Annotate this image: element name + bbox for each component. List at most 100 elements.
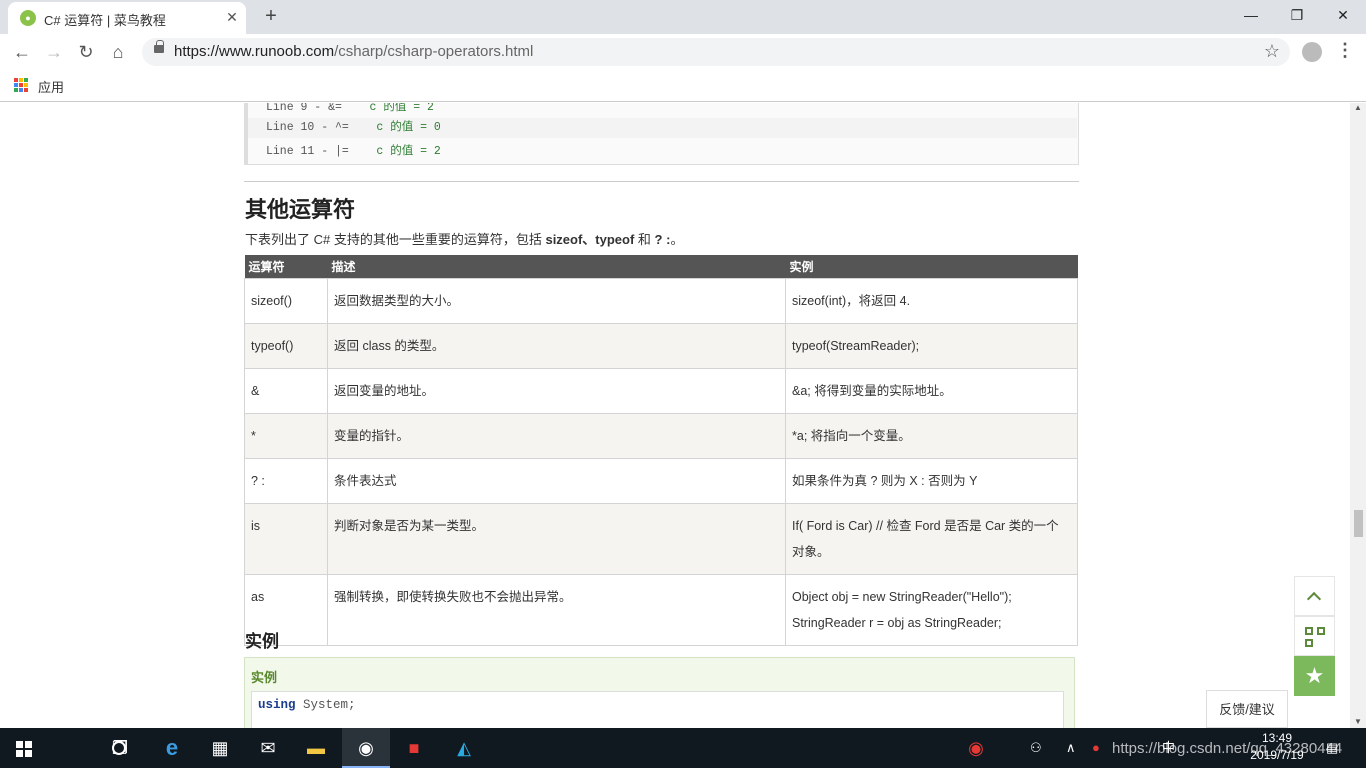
mail-icon[interactable]: ✉ bbox=[244, 728, 292, 768]
notifications-icon[interactable]: ▤ bbox=[1326, 728, 1338, 768]
table-cell: 返回变量的地址。 bbox=[327, 367, 786, 414]
back-to-top-button[interactable] bbox=[1294, 576, 1335, 616]
section-intro: 下表列出了 C# 支持的其他一些重要的运算符，包括 sizeof、typeof … bbox=[245, 229, 683, 248]
browser-toolbar: ← → ↻ ⌂ https://www.runoob.com/csharp/cs… bbox=[0, 34, 1366, 70]
table-row: as 强制转换，即使转换失败也不会抛出异常。 Object obj = new … bbox=[244, 573, 1078, 646]
intro-text: 下表列出了 C# 支持的其他一些重要的运算符，包括 bbox=[245, 232, 546, 247]
url-path: /csharp/csharp-operators.html bbox=[334, 43, 534, 60]
table-row: * 变量的指针。 *a; 将指向一个变量。 bbox=[244, 412, 1078, 459]
store-icon[interactable]: ▦ bbox=[196, 728, 244, 768]
youdao-icon[interactable]: ■ bbox=[390, 728, 438, 768]
section-divider bbox=[244, 181, 1079, 182]
table-cell: & bbox=[244, 367, 328, 414]
code-line: using System; bbox=[258, 698, 356, 712]
scroll-up-icon[interactable]: ▲ bbox=[1354, 103, 1362, 112]
apps-bookmark-label[interactable]: 应用 bbox=[38, 77, 64, 96]
code-line-prefix: Line 9 - &= bbox=[266, 103, 370, 114]
tray-chevron-icon[interactable]: ∧ bbox=[1066, 728, 1076, 768]
code-line: Line 10 - ^= c 的值 = 0 bbox=[248, 118, 1077, 138]
table-row: ? : 条件表达式 如果条件为真 ? 则为 X : 否则为 Y bbox=[244, 457, 1078, 504]
profile-avatar[interactable] bbox=[1302, 42, 1322, 62]
section-heading: 其他运算符 bbox=[245, 197, 356, 222]
qr-code-icon bbox=[1305, 627, 1325, 647]
table-cell: 变量的指针。 bbox=[327, 412, 786, 459]
taskbar-clock[interactable]: 13:49 2019/7/19 bbox=[1247, 730, 1307, 764]
table-cell: 如果条件为真 ? 则为 X : 否则为 Y bbox=[785, 457, 1078, 504]
task-view-icon[interactable]: ❐ bbox=[96, 728, 144, 768]
code-line-prefix: Line 11 - |= bbox=[266, 145, 377, 158]
table-cell: typeof(StreamReader); bbox=[785, 322, 1078, 369]
table-cell: Object obj = new StringReader("Hello"); … bbox=[785, 573, 1078, 646]
minimize-button[interactable]: — bbox=[1228, 0, 1274, 30]
intro-bold-2: ? : bbox=[654, 232, 671, 247]
example-box-title: 实例 bbox=[251, 670, 278, 685]
menu-dots-icon[interactable]: ⋮ bbox=[1336, 40, 1354, 61]
netease-music-icon[interactable]: ◉ bbox=[952, 728, 1000, 768]
new-tab-button[interactable]: + bbox=[260, 5, 282, 27]
home-icon[interactable]: ⌂ bbox=[106, 40, 130, 64]
scroll-down-icon[interactable]: ▼ bbox=[1354, 717, 1362, 726]
code-output-box: Line 9 - &= c 的值 = 2 Line 10 - ^= c 的值 =… bbox=[244, 103, 1079, 165]
table-header-description: 描述 bbox=[327, 255, 786, 278]
code-keyword: using bbox=[258, 698, 296, 712]
table-header-row: 运算符 描述 实例 bbox=[244, 255, 1078, 278]
windows-logo-icon bbox=[16, 741, 32, 757]
apps-grid-icon[interactable] bbox=[14, 78, 28, 92]
table-cell: sizeof() bbox=[244, 277, 328, 324]
tab-title: C# 运算符 | 菜鸟教程 bbox=[44, 13, 166, 28]
favorite-star-button[interactable]: ★ bbox=[1294, 656, 1335, 696]
code-line: Line 9 - &= c 的值 = 2 bbox=[266, 103, 434, 114]
chevron-up-icon bbox=[1306, 591, 1322, 607]
url-host: https://www.runoob.com bbox=[174, 43, 335, 60]
table-cell: 强制转换，即使转换失败也不会抛出异常。 bbox=[327, 573, 786, 646]
code-line-value: c 的值 = 2 bbox=[376, 145, 441, 158]
watermark-text: https://blog.csdn.net/qq_43280444 bbox=[1112, 740, 1343, 757]
address-bar[interactable]: https://www.runoob.com/csharp/csharp-ope… bbox=[142, 38, 1290, 66]
table-cell: is bbox=[244, 502, 328, 575]
table-cell: 条件表达式 bbox=[327, 457, 786, 504]
tab-close-icon[interactable]: ✕ bbox=[222, 7, 242, 27]
file-explorer-icon[interactable]: ▬ bbox=[292, 728, 340, 768]
url-text[interactable]: https://www.runoob.com/csharp/csharp-ope… bbox=[174, 43, 533, 60]
table-header-operator: 运算符 bbox=[244, 255, 328, 278]
table-row: is 判断对象是否为某一类型。 If( Ford is Car) // 检查 F… bbox=[244, 502, 1078, 575]
table-cell: 返回数据类型的大小。 bbox=[327, 277, 786, 324]
start-button[interactable] bbox=[0, 728, 48, 768]
code-line-prefix: Line 10 - ^= bbox=[266, 121, 377, 134]
table-cell: * bbox=[244, 412, 328, 459]
clock-date: 2019/7/19 bbox=[1250, 748, 1304, 762]
intro-suffix: 。 bbox=[670, 232, 684, 247]
app-taskbar-icon[interactable]: ◭ bbox=[440, 728, 488, 768]
people-icon[interactable]: ⚇ bbox=[1030, 728, 1042, 768]
page-scrollbar[interactable]: ▲ ▼ bbox=[1350, 103, 1366, 728]
back-arrow-icon[interactable]: ← bbox=[10, 40, 34, 64]
page-content: Line 9 - &= c 的值 = 2 Line 10 - ^= c 的值 =… bbox=[0, 103, 1350, 728]
cortana-button[interactable] bbox=[48, 728, 126, 768]
tab-strip: ● C# 运算符 | 菜鸟教程 ✕ + — ❐ ✕ bbox=[0, 0, 1366, 34]
tab-active[interactable]: ● C# 运算符 | 菜鸟教程 ✕ bbox=[8, 2, 246, 34]
table-row: typeof() 返回 class 的类型。 typeof(StreamRead… bbox=[244, 322, 1078, 369]
operators-table: 运算符 描述 实例 sizeof() 返回数据类型的大小。 sizeof(int… bbox=[244, 255, 1078, 646]
forward-arrow-icon[interactable]: → bbox=[42, 40, 66, 64]
feedback-button[interactable]: 反馈/建议 bbox=[1206, 690, 1288, 728]
scroll-thumb[interactable] bbox=[1354, 510, 1363, 537]
close-window-button[interactable]: ✕ bbox=[1320, 0, 1366, 30]
antivirus-tray-icon[interactable]: ● bbox=[1092, 728, 1100, 768]
lock-icon bbox=[154, 40, 164, 53]
table-cell: If( Ford is Car) // 检查 Ford 是否是 Car 类的一个… bbox=[785, 502, 1078, 575]
table-cell: &a; 将得到变量的实际地址。 bbox=[785, 367, 1078, 414]
intro-bold: sizeof、typeof bbox=[545, 232, 635, 247]
example-code-block[interactable]: using System; bbox=[251, 691, 1064, 728]
table-cell: sizeof(int)，将返回 4. bbox=[785, 277, 1078, 324]
bookmark-star-icon[interactable]: ☆ bbox=[1264, 41, 1280, 62]
chrome-taskbar-icon[interactable]: ◉ bbox=[342, 728, 390, 768]
windows-taskbar: ❐ e ▦ ✉ ▬ ◉ ■ ◭ ◉ ⚇ ∧ ● 中 https://blog.c… bbox=[0, 728, 1366, 768]
table-header-example: 实例 bbox=[785, 255, 1078, 278]
qr-code-button[interactable] bbox=[1294, 616, 1335, 656]
table-cell: 判断对象是否为某一类型。 bbox=[327, 502, 786, 575]
edge-browser-icon[interactable]: e bbox=[148, 728, 196, 768]
clock-time: 13:49 bbox=[1261, 731, 1293, 745]
reload-icon[interactable]: ↻ bbox=[74, 40, 98, 64]
example-heading: 实例 bbox=[245, 632, 279, 651]
restore-button[interactable]: ❐ bbox=[1274, 0, 1320, 30]
